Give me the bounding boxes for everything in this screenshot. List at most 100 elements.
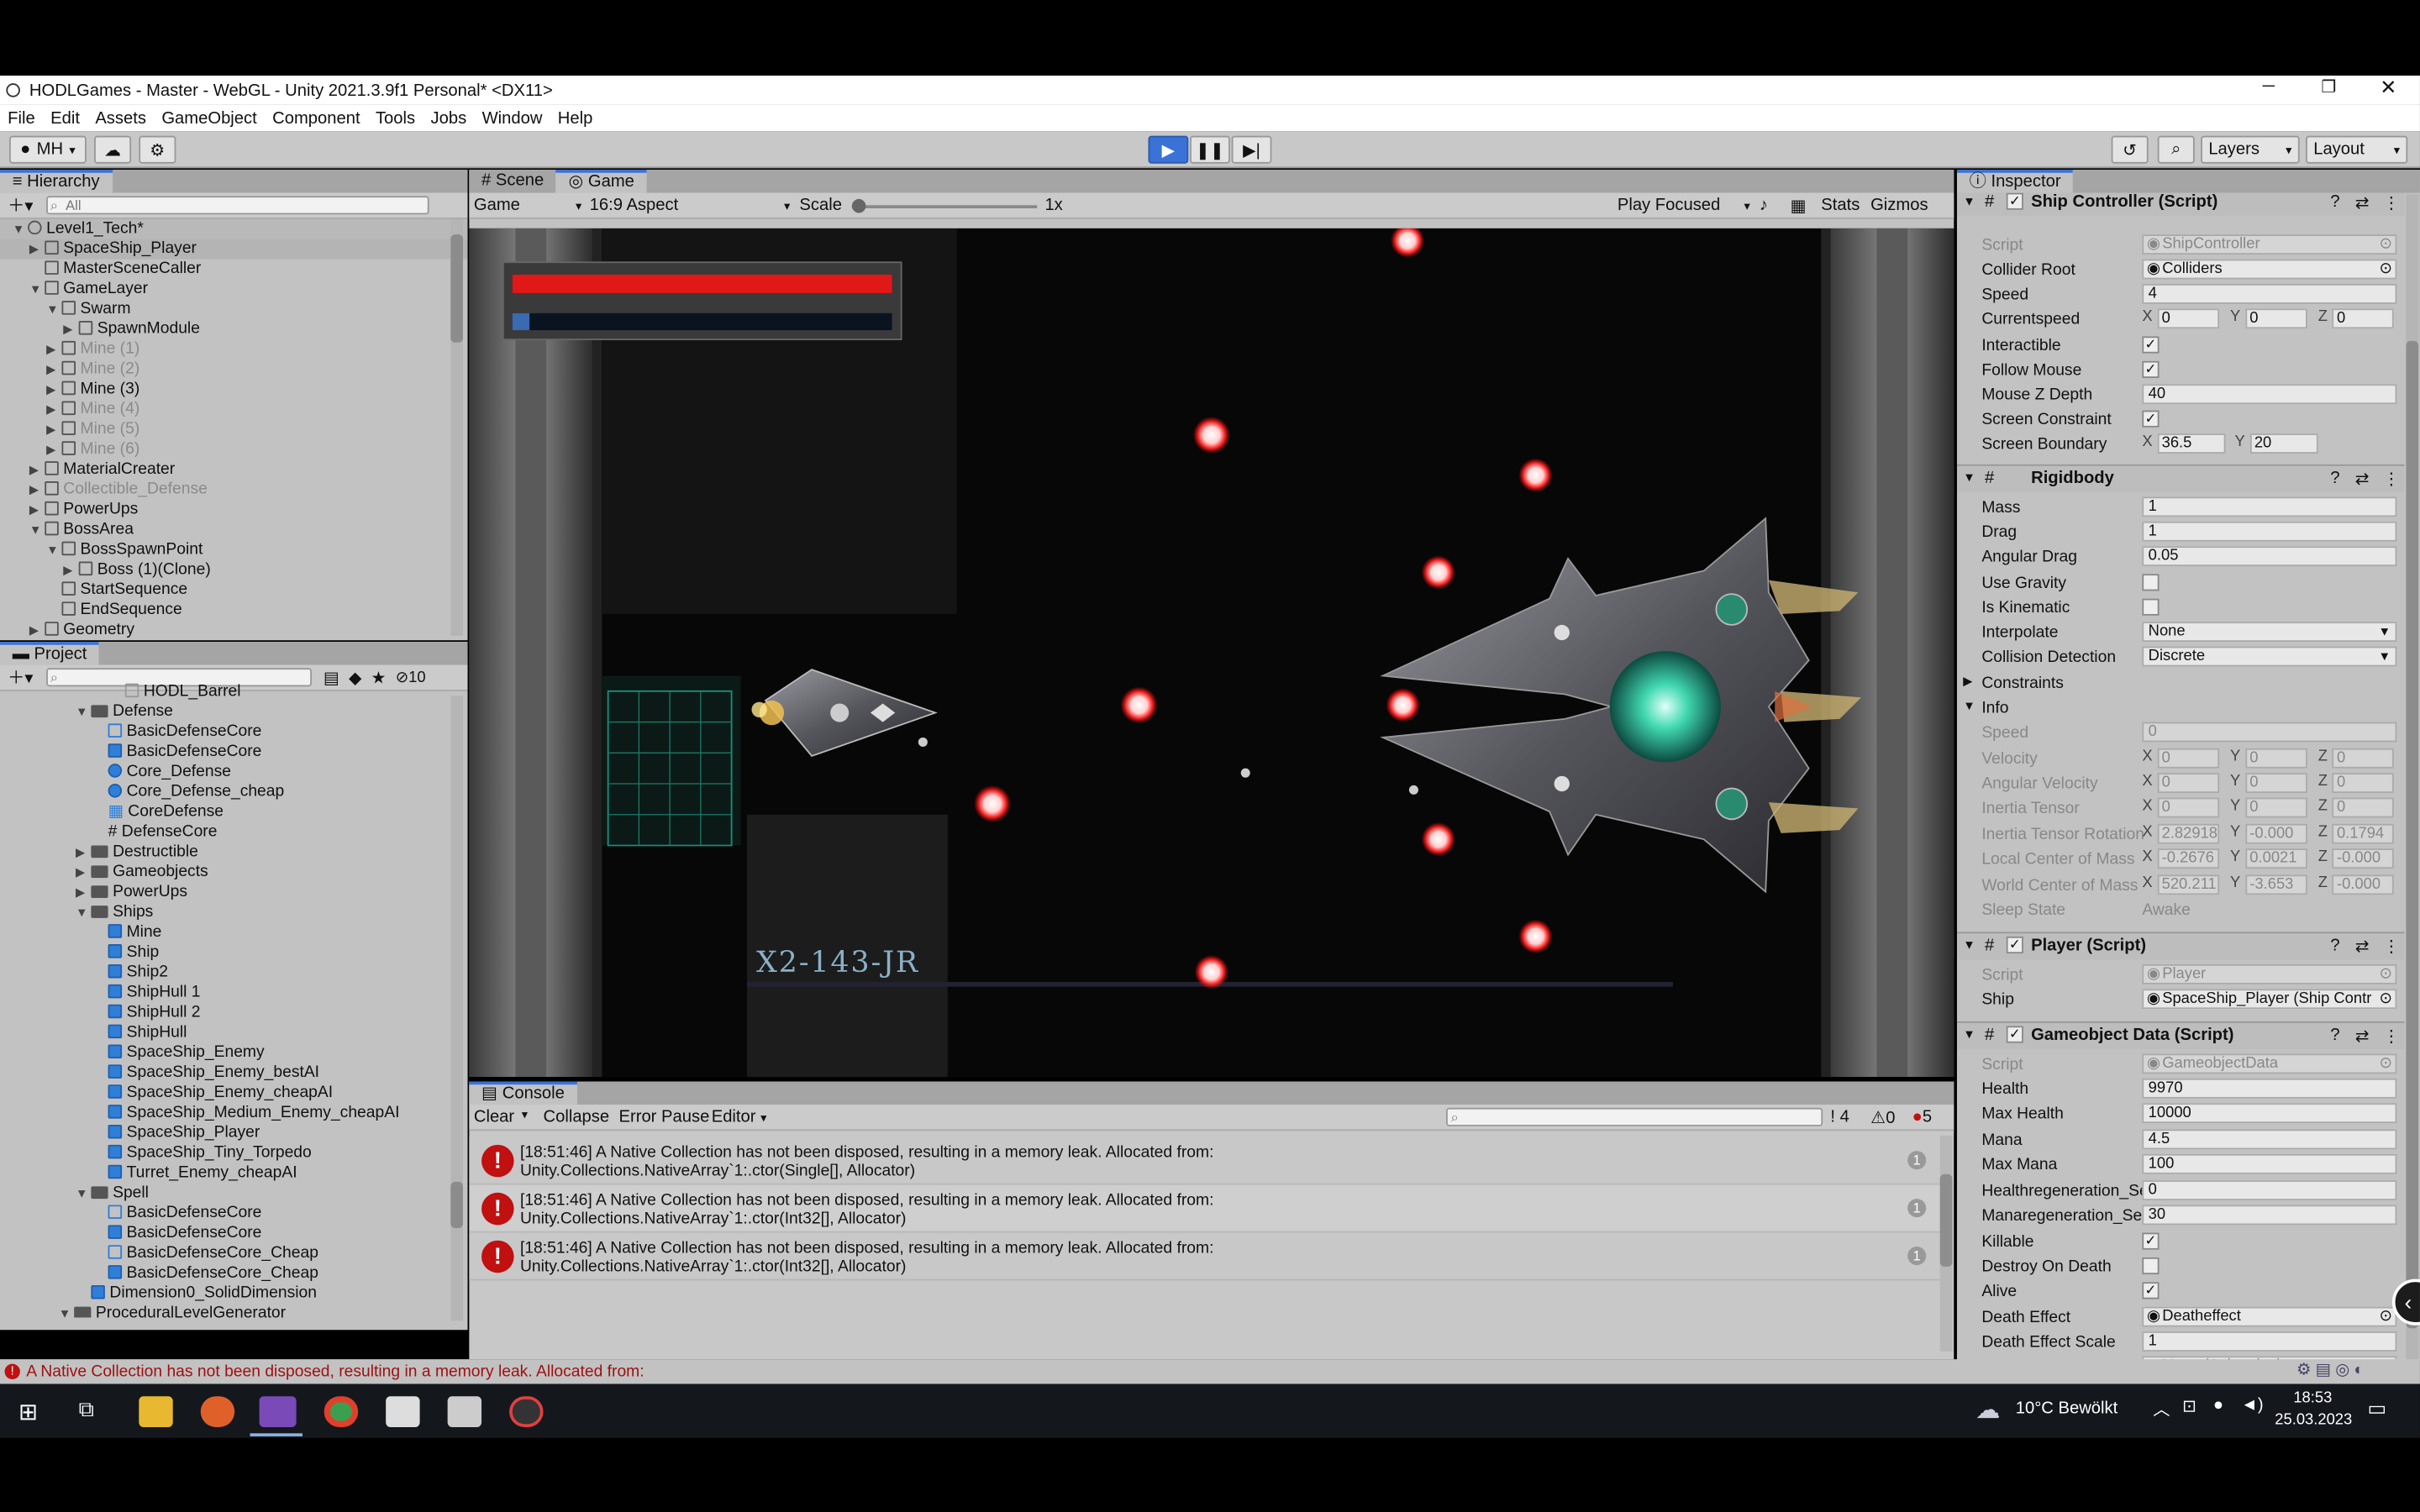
property-field[interactable]: 100 — [2142, 1153, 2397, 1174]
play-button[interactable]: ▶ — [1148, 135, 1189, 164]
vector-component-x[interactable]: X0 — [2142, 308, 2219, 329]
microphone-icon[interactable]: ● — [2213, 1396, 2223, 1415]
menu-help[interactable]: Help — [558, 108, 593, 127]
project-asset-item[interactable]: HODL_Barrel — [0, 682, 468, 702]
preset-icon[interactable]: ⇄ — [2355, 469, 2370, 489]
component-header-player[interactable]: ▼ # ✓ Player (Script)? ⇄ ⋮ — [1956, 932, 2405, 960]
hierarchy-item[interactable]: ▶ SpaceShip_Player — [0, 239, 468, 260]
clear-button[interactable]: Clear — [474, 1108, 514, 1126]
help-icon[interactable]: ? — [2330, 193, 2339, 212]
object-picker-icon[interactable]: ⊙ — [2379, 966, 2391, 983]
expand-toggle-icon[interactable]: ▼ — [76, 902, 91, 922]
hierarchy-item[interactable]: ▶ Mine (6) — [0, 439, 468, 459]
menu-jobs[interactable]: Jobs — [430, 108, 466, 127]
more-options-icon[interactable]: ⋮ — [2383, 469, 2400, 489]
object-reference-field[interactable]: ◉ SpaceShip_Player (Ship Contr ⊙ — [2142, 989, 2397, 1010]
hierarchy-search-input[interactable]: ⌕ All — [45, 196, 429, 215]
windows-start-icon[interactable]: ⊞ — [18, 1398, 38, 1425]
hierarchy-item[interactable]: ▶ Mine (3) — [0, 380, 468, 400]
hierarchy-item[interactable]: ▶ Mine (5) — [0, 420, 468, 440]
menu-tools[interactable]: Tools — [376, 108, 415, 127]
file-explorer-icon[interactable] — [139, 1396, 173, 1427]
more-options-icon[interactable]: ⋮ — [2383, 937, 2400, 957]
scale-slider[interactable] — [851, 198, 1038, 213]
menu-assets[interactable]: Assets — [95, 108, 146, 127]
project-folder-item[interactable]: ▼ Ships — [0, 902, 468, 922]
foldout-icon[interactable]: ▼ — [1963, 194, 1975, 208]
preset-icon[interactable]: ⇄ — [2355, 937, 2370, 957]
property-checkbox[interactable] — [2142, 598, 2160, 616]
step-button[interactable]: ▶| — [1231, 135, 1272, 164]
tab-project[interactable]: ▬ Project — [0, 642, 100, 665]
object-picker-icon[interactable]: ⊙ — [2379, 236, 2391, 253]
project-asset-item[interactable]: Ship2 — [0, 963, 468, 983]
cloud-button[interactable]: ☁ — [94, 135, 132, 164]
vector-component-z[interactable]: Z0 — [2318, 308, 2394, 329]
object-picker-icon[interactable]: ⊙ — [2379, 1309, 2391, 1326]
project-asset-item[interactable]: SpaceShip_Enemy_cheapAI — [0, 1083, 468, 1103]
project-folder-item[interactable]: ▶ Gameobjects — [0, 863, 468, 883]
preset-icon[interactable]: ⇄ — [2355, 193, 2370, 213]
project-asset-item[interactable]: Mine — [0, 922, 468, 942]
help-icon[interactable]: ? — [2330, 937, 2339, 955]
expand-toggle-icon[interactable]: ▶ — [29, 480, 45, 500]
property-field[interactable]: 40 — [2142, 384, 2397, 405]
error-count-toggle[interactable]: ●5 — [1912, 1108, 1932, 1126]
hierarchy-item[interactable]: MasterSceneCaller — [0, 260, 468, 280]
project-folder-item[interactable]: ▼ Defense — [0, 702, 468, 722]
help-icon[interactable]: ? — [2330, 469, 2339, 487]
display-dropdown[interactable]: Game ▾ — [474, 196, 582, 214]
tab-console[interactable]: ▤ Console — [469, 1081, 577, 1105]
account-dropdown[interactable]: ● MH ▾ — [9, 135, 87, 164]
foldout-icon[interactable]: ▼ — [1963, 1027, 1975, 1042]
add-icon[interactable]: ＋▾ — [8, 193, 33, 218]
expand-toggle-icon[interactable]: ▶ — [46, 400, 61, 420]
console-log-entry[interactable]: ! [18:51:46] A Native Collection has not … — [469, 1184, 1945, 1233]
object-reference-field[interactable]: ◉ ShipController ⊙ — [2142, 234, 2397, 255]
unity-hub-icon[interactable] — [386, 1396, 420, 1427]
project-asset-item[interactable]: # DefenseCore — [0, 822, 468, 843]
undo-history-button[interactable]: ↺ — [2111, 135, 2149, 164]
chrome-icon[interactable] — [324, 1396, 359, 1427]
property-field[interactable]: 10000 — [2142, 1103, 2397, 1124]
object-reference-field[interactable]: ◉ GameobjectData ⊙ — [2142, 1053, 2397, 1074]
enabled-checkbox[interactable]: ✓ — [2006, 1026, 2023, 1043]
error-pause-button[interactable]: Error Pause — [619, 1108, 710, 1126]
console-search-input[interactable]: ⌕ — [1445, 1107, 1823, 1126]
hierarchy-item[interactable]: ▶ MaterialCreater — [0, 459, 468, 480]
maximize-button[interactable]: ❐ — [2321, 77, 2336, 97]
property-field[interactable]: 1 — [2142, 496, 2397, 517]
project-asset-item[interactable]: Turret_Enemy_cheapAI — [0, 1163, 468, 1184]
foldout-icon[interactable]: ▶ — [1963, 675, 1972, 689]
expand-toggle-icon[interactable]: ▶ — [76, 883, 91, 903]
property-dropdown[interactable]: None ▼ — [2142, 622, 2397, 643]
menu-file[interactable]: File — [8, 108, 35, 127]
expand-toggle-icon[interactable]: ▼ — [76, 702, 91, 722]
project-asset-item[interactable]: Dimension0_SolidDimension — [0, 1284, 468, 1304]
project-asset-item[interactable]: BasicDefenseCore — [0, 1224, 468, 1244]
firefox-icon[interactable] — [200, 1396, 235, 1427]
project-asset-item[interactable]: BasicDefenseCore — [0, 1204, 468, 1224]
preset-icon[interactable]: ⇄ — [2355, 1026, 2370, 1046]
enabled-checkbox[interactable]: ✓ — [2006, 192, 2023, 210]
property-field[interactable]: 30 — [2142, 1205, 2397, 1226]
property-checkbox[interactable] — [2142, 574, 2160, 591]
vector-component-x[interactable]: X 36.5 — [2142, 433, 2225, 454]
recorder-icon[interactable] — [509, 1396, 544, 1427]
console-log-entry[interactable]: ! [18:51:46] A Native Collection has not … — [469, 1137, 1945, 1185]
network-icon[interactable]: ⊡ — [2182, 1396, 2196, 1416]
expand-toggle-icon[interactable]: ▼ — [59, 1304, 74, 1318]
hierarchy-item[interactable]: ▶ Mine (2) — [0, 360, 468, 380]
gizmos-dropdown[interactable]: Gizmos — [1870, 196, 1944, 214]
expand-toggle-icon[interactable]: ▼ — [46, 299, 61, 319]
notifications-icon[interactable]: ▭ — [2367, 1396, 2386, 1420]
object-reference-field[interactable]: ◉ Player ⊙ — [2142, 963, 2397, 984]
expand-toggle-icon[interactable]: ▶ — [46, 380, 61, 400]
project-asset-item[interactable]: BasicDefenseCore_Cheap — [0, 1243, 468, 1263]
game-view[interactable]: X2-143-JR — [469, 228, 1954, 1078]
object-reference-field[interactable]: ◉ Deatheffect ⊙ — [2142, 1306, 2397, 1327]
property-field[interactable]: 9970 — [2142, 1078, 2397, 1099]
property-checkbox[interactable]: ✓ — [2142, 336, 2160, 354]
expand-toggle-icon[interactable]: ▼ — [76, 1184, 91, 1204]
tab-game[interactable]: ◎ Game — [555, 170, 647, 193]
